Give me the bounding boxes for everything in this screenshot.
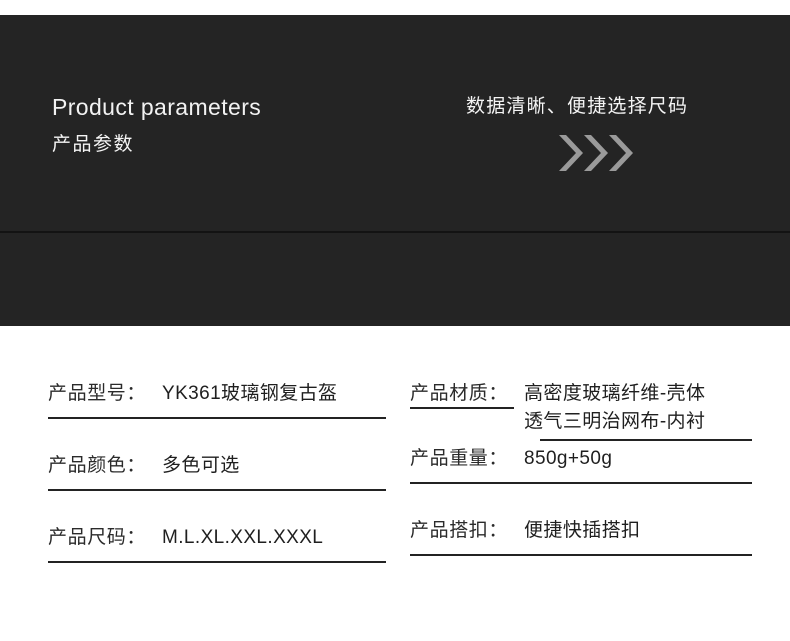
spec-label-model: 产品型号：: [48, 383, 147, 404]
hero-tagline-group: 数据清晰、便捷选择尺码: [466, 95, 766, 176]
spec-value-weight: 850g+50g: [524, 448, 613, 469]
spec-table: 产品型号： YK361玻璃钢复古盔 产品颜色： 多色可选 产品尺码： M.L.X…: [0, 326, 790, 641]
hero-heading-group: Product parameters 产品参数: [52, 93, 452, 157]
hero-tagline: 数据清晰、便捷选择尺码: [466, 96, 689, 117]
spec-row-weight: 产品重量： 850g+50g: [410, 441, 752, 484]
spec-label-material: 产品材质：: [410, 383, 509, 404]
spec-row-material: 产品材质： 高密度玻璃纤维-壳体 透气三明治网布-内衬: [410, 326, 752, 441]
spec-column-right: 产品材质： 高密度玻璃纤维-壳体 透气三明治网布-内衬 产品重量： 850g+5…: [410, 326, 752, 556]
page-title-chinese: 产品参数: [52, 133, 135, 155]
double-chevron-right-icon: [559, 134, 633, 171]
hero-divider: [0, 231, 790, 233]
spec-value-color: 多色可选: [162, 455, 240, 476]
spec-row-size: 产品尺码： M.L.XL.XXL.XXXL: [48, 491, 386, 563]
spec-value-model: YK361玻璃钢复古盔: [162, 383, 338, 404]
spec-value-size: M.L.XL.XXL.XXXL: [162, 527, 324, 548]
spec-row-color: 产品颜色： 多色可选: [48, 419, 386, 491]
spec-label-color: 产品颜色：: [48, 455, 147, 476]
spec-label-weight: 产品重量：: [410, 448, 509, 469]
spec-row-model: 产品型号： YK361玻璃钢复古盔: [48, 326, 386, 419]
chevrons-group: [466, 132, 766, 176]
spec-value-buckle: 便捷快插搭扣: [524, 520, 641, 541]
spec-value-material: 高密度玻璃纤维-壳体 透气三明治网布-内衬: [524, 383, 706, 432]
spec-column-left: 产品型号： YK361玻璃钢复古盔 产品颜色： 多色可选 产品尺码： M.L.X…: [48, 326, 386, 563]
page-title-english: Product parameters: [52, 94, 262, 120]
product-parameters-page: Product parameters 产品参数 数据清晰、便捷选择尺码 产品型号…: [0, 0, 790, 641]
spec-rule-buckle: [410, 554, 752, 556]
spec-rule-size: [48, 561, 386, 563]
spec-rule-material-label: [410, 407, 514, 409]
spec-label-buckle: 产品搭扣：: [410, 520, 509, 541]
spec-label-size: 产品尺码：: [48, 527, 147, 548]
hero-banner: Product parameters 产品参数 数据清晰、便捷选择尺码: [0, 15, 790, 326]
spec-row-buckle: 产品搭扣： 便捷快插搭扣: [410, 484, 752, 556]
